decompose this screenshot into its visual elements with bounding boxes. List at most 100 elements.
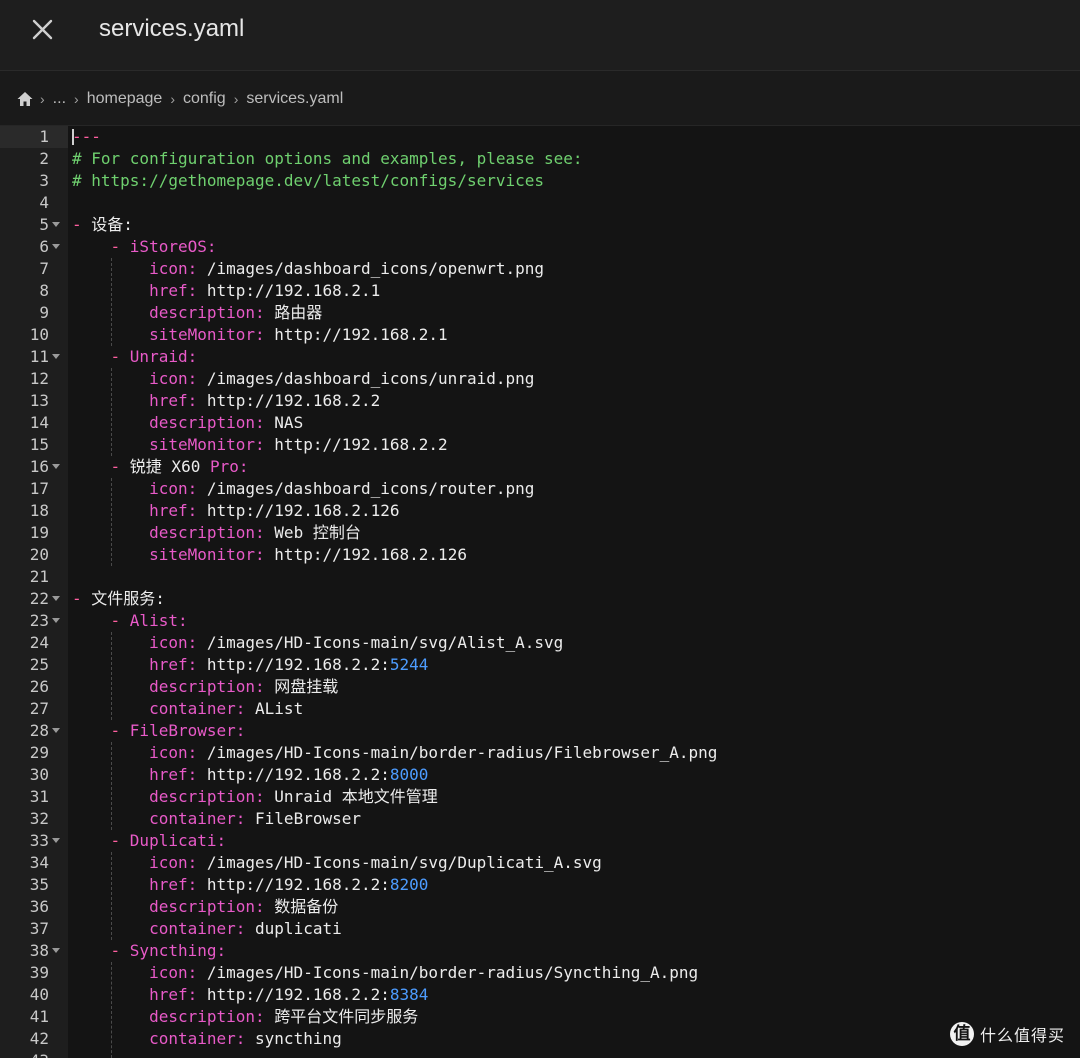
yaml-key: Unraid: bbox=[129, 347, 198, 366]
code-text: href: http://192.168.2.126 bbox=[72, 500, 400, 522]
yaml-key: siteMonitor: bbox=[72, 435, 275, 454]
code-line[interactable]: 1 --- bbox=[0, 126, 1080, 148]
yaml-value: http://192.168.2.126 bbox=[206, 501, 400, 520]
code-line[interactable]: 28 - FileBrowser: bbox=[0, 720, 1080, 742]
code-line[interactable]: 41 description: 跨平台文件同步服务 bbox=[0, 1006, 1080, 1028]
chevron-down-icon[interactable] bbox=[52, 222, 60, 227]
home-icon[interactable] bbox=[16, 90, 34, 108]
yaml-value: http://192.168.2.1 bbox=[274, 325, 448, 344]
code-line[interactable]: 43 bbox=[0, 1050, 1080, 1058]
breadcrumb-item-config[interactable]: config bbox=[181, 90, 228, 108]
code-line[interactable]: 17 icon: /images/dashboard_icons/router.… bbox=[0, 478, 1080, 500]
line-number: 11 bbox=[29, 347, 49, 366]
chevron-down-icon[interactable] bbox=[52, 728, 60, 733]
code-line[interactable]: 11 - Unraid: bbox=[0, 346, 1080, 368]
code-line[interactable]: 34 icon: /images/HD-Icons-main/svg/Dupli… bbox=[0, 852, 1080, 874]
chevron-down-icon[interactable] bbox=[52, 838, 60, 843]
code-line[interactable]: 22 - 文件服务: bbox=[0, 588, 1080, 610]
code-line[interactable]: 38 - Syncthing: bbox=[0, 940, 1080, 962]
chevron-down-icon[interactable] bbox=[52, 596, 60, 601]
breadcrumb-item-ellipsis[interactable]: ... bbox=[51, 90, 68, 108]
code-line[interactable]: 23 - Alist: bbox=[0, 610, 1080, 632]
code-line[interactable]: 9 description: 路由器 bbox=[0, 302, 1080, 324]
line-number: 13 bbox=[29, 391, 49, 410]
line-number: 22 bbox=[29, 589, 49, 608]
code-line[interactable]: 5 - 设备: bbox=[0, 214, 1080, 236]
chevron-down-icon[interactable] bbox=[52, 464, 60, 469]
chevron-down-icon[interactable] bbox=[52, 354, 60, 359]
line-number: 29 bbox=[29, 743, 49, 762]
code-line[interactable]: 4 bbox=[0, 192, 1080, 214]
yaml-value: http://192.168.2.2 bbox=[206, 391, 381, 410]
code-line[interactable]: 10 siteMonitor: http://192.168.2.1 bbox=[0, 324, 1080, 346]
code-line[interactable]: 7 icon: /images/dashboard_icons/openwrt.… bbox=[0, 258, 1080, 280]
line-number: 35 bbox=[29, 875, 49, 894]
text-cursor bbox=[72, 129, 74, 145]
code-line[interactable]: 8 href: http://192.168.2.1 bbox=[0, 280, 1080, 302]
code-text: description: NAS bbox=[72, 412, 303, 434]
yaml-dash: - bbox=[72, 589, 92, 608]
chevron-down-icon[interactable] bbox=[52, 244, 60, 249]
code-line[interactable]: 20 siteMonitor: http://192.168.2.126 bbox=[0, 544, 1080, 566]
line-number: 10 bbox=[29, 325, 49, 344]
code-line[interactable]: 39 icon: /images/HD-Icons-main/border-ra… bbox=[0, 962, 1080, 984]
code-line[interactable]: 21 bbox=[0, 566, 1080, 588]
line-number: 8 bbox=[39, 281, 49, 300]
code-line[interactable]: 2 # For configuration options and example… bbox=[0, 148, 1080, 170]
code-line[interactable]: 31 description: Unraid 本地文件管理 bbox=[0, 786, 1080, 808]
code-line[interactable]: 18 href: http://192.168.2.126 bbox=[0, 500, 1080, 522]
code-line[interactable]: 12 icon: /images/dashboard_icons/unraid.… bbox=[0, 368, 1080, 390]
code-line[interactable]: 3 # https://gethomepage.dev/latest/config… bbox=[0, 170, 1080, 192]
yaml-value: duplicati bbox=[255, 919, 342, 938]
yaml-key: description: bbox=[72, 523, 275, 542]
code-text: description: Unraid 本地文件管理 bbox=[72, 786, 438, 808]
line-number: 3 bbox=[39, 171, 49, 190]
code-line[interactable]: 42 container: syncthing bbox=[0, 1028, 1080, 1050]
yaml-value: /images/HD-Icons-main/border-radius/Sync… bbox=[206, 963, 699, 982]
chevron-down-icon[interactable] bbox=[52, 948, 60, 953]
code-text: - Alist: bbox=[72, 610, 188, 632]
code-line[interactable]: 32 container: FileBrowser bbox=[0, 808, 1080, 830]
yaml-value: 锐捷 X60 bbox=[129, 457, 210, 476]
yaml-value: http://192.168.2.126 bbox=[274, 545, 467, 564]
code-line[interactable]: 36 description: 数据备份 bbox=[0, 896, 1080, 918]
yaml-key: description: bbox=[72, 897, 275, 916]
yaml-key: href: bbox=[72, 281, 207, 300]
line-number: 19 bbox=[29, 523, 49, 542]
yaml-dash: - bbox=[72, 611, 130, 630]
code-text: container: syncthing bbox=[72, 1028, 342, 1050]
code-line[interactable]: 24 icon: /images/HD-Icons-main/svg/Alist… bbox=[0, 632, 1080, 654]
code-editor[interactable]: 1 --- 2 # For configuration options and exa… bbox=[0, 126, 1080, 1058]
line-number: 17 bbox=[29, 479, 49, 498]
yaml-comment: # For configuration options and examples… bbox=[72, 149, 583, 168]
code-line[interactable]: 16 - 锐捷 X60 Pro: bbox=[0, 456, 1080, 478]
code-text: - 设备: bbox=[72, 214, 133, 236]
code-line[interactable]: 40 href: http://192.168.2.2:8384 bbox=[0, 984, 1080, 1006]
close-icon[interactable] bbox=[28, 14, 58, 44]
code-line[interactable]: 25 href: http://192.168.2.2:5244 bbox=[0, 654, 1080, 676]
line-number: 38 bbox=[29, 941, 49, 960]
code-line[interactable]: 35 href: http://192.168.2.2:8200 bbox=[0, 874, 1080, 896]
code-line[interactable]: 14 description: NAS bbox=[0, 412, 1080, 434]
line-number: 42 bbox=[29, 1029, 49, 1048]
code-line[interactable]: 29 icon: /images/HD-Icons-main/border-ra… bbox=[0, 742, 1080, 764]
file-title: services.yaml bbox=[99, 15, 245, 42]
code-line[interactable]: 26 description: 网盘挂载 bbox=[0, 676, 1080, 698]
breadcrumb-item-homepage[interactable]: homepage bbox=[85, 90, 165, 108]
line-number: 31 bbox=[29, 787, 49, 806]
code-line[interactable]: 30 href: http://192.168.2.2:8000 bbox=[0, 764, 1080, 786]
line-number: 23 bbox=[29, 611, 49, 630]
chevron-down-icon[interactable] bbox=[52, 618, 60, 623]
line-number: 12 bbox=[29, 369, 49, 388]
line-number: 36 bbox=[29, 897, 49, 916]
code-line[interactable]: 13 href: http://192.168.2.2 bbox=[0, 390, 1080, 412]
chevron-right-icon: › bbox=[170, 91, 175, 107]
code-line[interactable]: 6 - iStoreOS: bbox=[0, 236, 1080, 258]
code-line[interactable]: 27 container: AList bbox=[0, 698, 1080, 720]
yaml-dash: - bbox=[72, 347, 130, 366]
code-line[interactable]: 33 - Duplicati: bbox=[0, 830, 1080, 852]
code-line[interactable]: 37 container: duplicati bbox=[0, 918, 1080, 940]
code-line[interactable]: 19 description: Web 控制台 bbox=[0, 522, 1080, 544]
code-text: description: 数据备份 bbox=[72, 896, 338, 918]
code-line[interactable]: 15 siteMonitor: http://192.168.2.2 bbox=[0, 434, 1080, 456]
